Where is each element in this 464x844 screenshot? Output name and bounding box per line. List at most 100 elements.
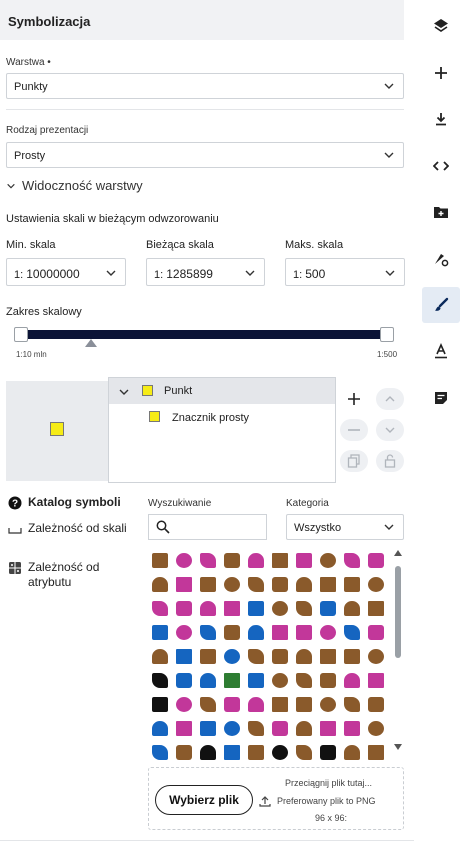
catalog-symbol[interactable] [316,620,340,644]
scale-range-max-handle[interactable] [380,327,394,342]
catalog-symbol[interactable] [148,644,172,668]
max-scale-select[interactable]: 1: 500 [285,258,405,286]
tab-symbol-catalog[interactable]: ? Katalog symboli [8,495,121,510]
catalog-symbol[interactable] [268,572,292,596]
rail-add-button[interactable] [422,55,460,91]
catalog-symbol[interactable] [196,644,220,668]
catalog-symbol[interactable] [364,692,388,716]
scroll-thumb[interactable] [395,566,401,658]
rail-symbolization-button[interactable] [422,287,460,323]
tree-group-row[interactable]: Punkt [109,378,335,404]
visibility-section-toggle[interactable]: Widoczność warstwy [6,178,143,193]
catalog-symbol[interactable] [244,692,268,716]
catalog-symbol[interactable] [220,596,244,620]
catalog-symbol[interactable] [268,644,292,668]
catalog-symbol[interactable] [268,548,292,572]
catalog-symbol[interactable] [148,716,172,740]
catalog-symbol[interactable] [148,620,172,644]
catalog-symbol[interactable] [196,548,220,572]
catalog-symbol[interactable] [292,692,316,716]
category-select[interactable]: Wszystko [286,514,404,540]
catalog-symbol[interactable] [172,572,196,596]
catalog-symbol[interactable] [244,668,268,692]
tab-scale-dependency[interactable]: Zależność od skali [8,521,128,536]
catalog-symbol[interactable] [292,644,316,668]
catalog-symbol[interactable] [196,572,220,596]
catalog-symbol[interactable] [340,644,364,668]
catalog-symbol[interactable] [244,572,268,596]
symbol-search-input[interactable] [148,514,267,540]
catalog-symbol[interactable] [364,620,388,644]
scroll-up-icon[interactable] [394,550,402,556]
chevron-down-icon[interactable] [118,386,130,398]
catalog-symbol[interactable] [340,668,364,692]
catalog-symbol[interactable] [340,716,364,740]
catalog-symbol[interactable] [268,668,292,692]
catalog-symbol[interactable] [292,740,316,760]
rail-style-settings-button[interactable] [422,241,460,277]
catalog-symbol[interactable] [316,644,340,668]
catalog-symbol[interactable] [292,572,316,596]
layer-select[interactable]: Punkty [6,73,404,99]
catalog-symbol[interactable] [220,644,244,668]
catalog-symbol[interactable] [196,596,220,620]
catalog-symbol[interactable] [364,716,388,740]
catalog-symbol[interactable] [220,740,244,760]
move-down-button[interactable] [376,419,404,441]
catalog-symbol[interactable] [340,572,364,596]
catalog-symbol[interactable] [196,620,220,644]
rail-code-button[interactable] [422,148,460,184]
catalog-symbol[interactable] [196,668,220,692]
catalog-symbol[interactable] [148,692,172,716]
catalog-symbol[interactable] [268,740,292,760]
move-up-button[interactable] [376,388,404,410]
current-scale-select[interactable]: 1: 1285899 [146,258,265,286]
catalog-symbol[interactable] [196,740,220,760]
catalog-symbol[interactable] [292,548,316,572]
catalog-symbol[interactable] [316,548,340,572]
symbol-upload-dropzone[interactable]: Wybierz plik Przeciągnij plik tutaj... P… [148,767,404,830]
catalog-symbol[interactable] [244,644,268,668]
catalog-symbol[interactable] [268,620,292,644]
catalog-symbol[interactable] [316,740,340,760]
catalog-symbol[interactable] [172,548,196,572]
min-scale-select[interactable]: 1: 10000000 [6,258,126,286]
scroll-down-icon[interactable] [394,744,402,750]
catalog-symbol[interactable] [340,692,364,716]
catalog-symbol[interactable] [364,548,388,572]
catalog-symbol[interactable] [172,620,196,644]
catalog-symbol[interactable] [364,740,388,760]
catalog-symbol[interactable] [340,596,364,620]
catalog-symbol[interactable] [316,572,340,596]
catalog-symbol[interactable] [172,668,196,692]
catalog-symbol[interactable] [364,572,388,596]
catalog-symbol[interactable] [268,596,292,620]
catalog-symbol[interactable] [364,596,388,620]
catalog-symbol[interactable] [220,572,244,596]
catalog-symbol[interactable] [244,620,268,644]
catalog-symbol[interactable] [196,692,220,716]
catalog-symbol[interactable] [244,716,268,740]
choose-file-button[interactable]: Wybierz plik [155,785,253,815]
catalog-scrollbar[interactable] [393,548,403,756]
rail-popup-button[interactable] [422,380,460,416]
catalog-symbol[interactable] [316,692,340,716]
catalog-symbol[interactable] [220,548,244,572]
catalog-symbol[interactable] [340,740,364,760]
catalog-symbol[interactable] [292,596,316,620]
remove-symbol-layer-button[interactable] [340,419,368,441]
rail-layers-button[interactable] [422,8,460,44]
catalog-symbol[interactable] [244,596,268,620]
catalog-symbol[interactable] [172,596,196,620]
catalog-symbol[interactable] [196,716,220,740]
catalog-symbol[interactable] [316,668,340,692]
scale-range-min-handle[interactable] [14,327,28,342]
catalog-symbol[interactable] [220,716,244,740]
catalog-symbol[interactable] [148,572,172,596]
catalog-symbol[interactable] [220,692,244,716]
tab-attribute-dependency[interactable]: Zależność od atrybutu [8,560,128,590]
add-symbol-layer-button[interactable] [340,388,368,410]
scale-range-slider[interactable] [18,330,390,339]
duplicate-button[interactable] [340,450,368,472]
catalog-symbol[interactable] [172,716,196,740]
